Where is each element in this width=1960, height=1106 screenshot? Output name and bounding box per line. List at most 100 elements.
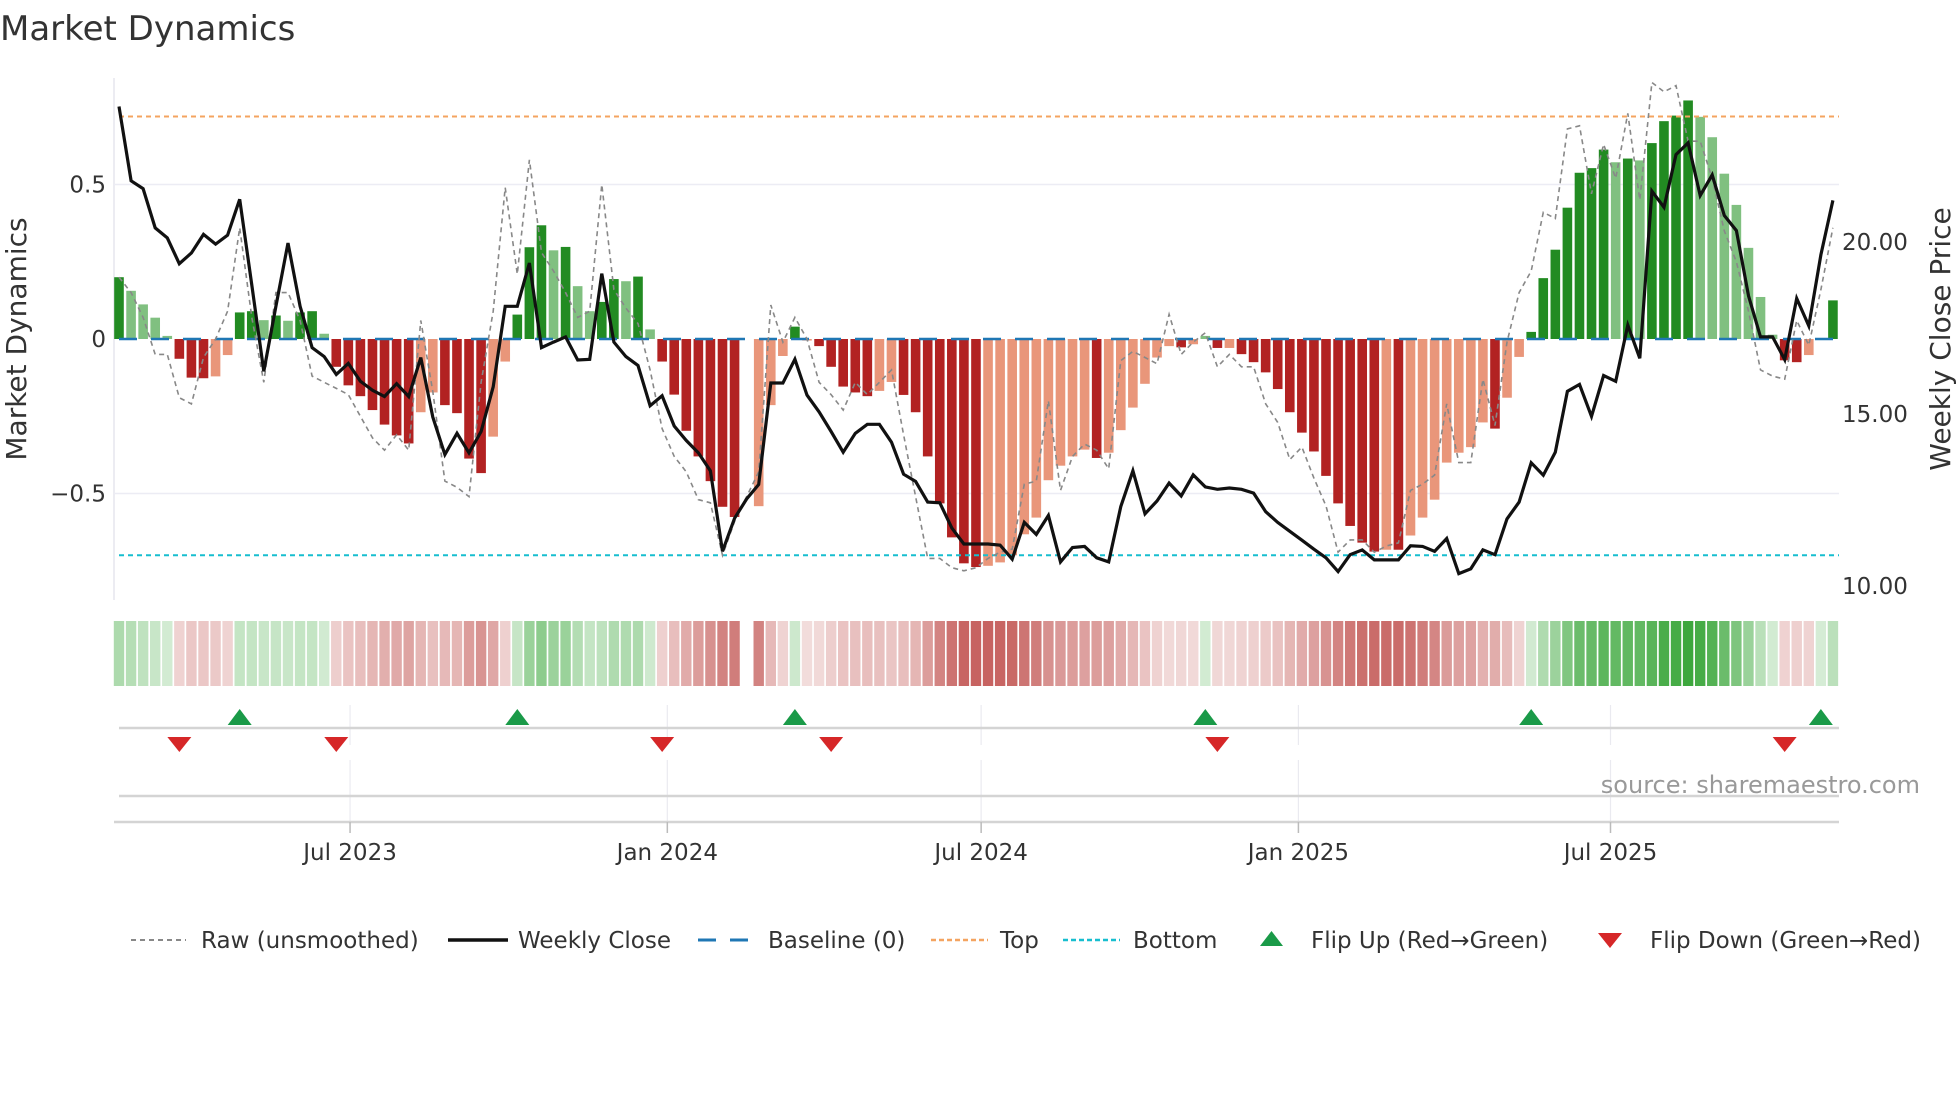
y-tick-label: 0 bbox=[91, 327, 106, 353]
legend-item-raw: Raw (unsmoothed) bbox=[131, 928, 419, 954]
legend-label-close: Weekly Close bbox=[518, 928, 671, 954]
heat-cell bbox=[1682, 621, 1694, 686]
dynamics-bar bbox=[114, 277, 124, 339]
dynamics-bar bbox=[1574, 172, 1585, 339]
heat-cell bbox=[1344, 621, 1356, 686]
dynamics-bar bbox=[572, 286, 583, 339]
heat-cell bbox=[1115, 621, 1127, 686]
dynamics-bar bbox=[1622, 158, 1633, 339]
dynamics-bar bbox=[1055, 339, 1066, 466]
heat-cell bbox=[572, 621, 583, 686]
heat-cell bbox=[1803, 621, 1814, 686]
heat-cell bbox=[934, 621, 945, 686]
heat-cell bbox=[150, 621, 161, 686]
dynamics-bar bbox=[669, 339, 680, 395]
y-tick-label: 0.5 bbox=[69, 173, 106, 199]
dynamics-bar bbox=[995, 339, 1005, 563]
heat-cell bbox=[1151, 621, 1163, 686]
dynamics-bar bbox=[1804, 339, 1814, 356]
heat-cell bbox=[1284, 621, 1295, 686]
flip-up-marker bbox=[1519, 709, 1544, 725]
heat-cell bbox=[439, 621, 451, 686]
dynamics-bar bbox=[1707, 137, 1718, 339]
heat-cell bbox=[1694, 621, 1706, 686]
heat-cell bbox=[427, 621, 439, 686]
dynamics-bar bbox=[657, 339, 667, 362]
heat-cell bbox=[1212, 621, 1223, 686]
legend-label-raw: Raw (unsmoothed) bbox=[201, 928, 419, 954]
dynamics-bar bbox=[452, 339, 462, 414]
heat-cell bbox=[1381, 621, 1392, 686]
y2-tick-label: 15.00 bbox=[1842, 402, 1908, 428]
heat-cell bbox=[946, 621, 958, 686]
flip-up-marker bbox=[505, 709, 530, 725]
heat-cell bbox=[1827, 621, 1839, 686]
heat-cell bbox=[306, 621, 318, 686]
flip-up-marker bbox=[1193, 709, 1218, 725]
heat-cell bbox=[512, 621, 523, 686]
heat-cell bbox=[1308, 621, 1320, 686]
dynamics-bar bbox=[126, 290, 136, 339]
heat-cell bbox=[294, 621, 306, 686]
dynamics-bar bbox=[1333, 339, 1343, 504]
heat-cell bbox=[318, 621, 330, 686]
heat-cell bbox=[813, 621, 825, 686]
dynamics-bar bbox=[355, 339, 366, 397]
dynamics-bar bbox=[1695, 116, 1705, 339]
y2-tick-label: 20.00 bbox=[1842, 230, 1908, 256]
heat-cell bbox=[1405, 621, 1416, 686]
dynamics-bar bbox=[645, 329, 655, 339]
heat-cell bbox=[234, 621, 245, 686]
dynamics-bar bbox=[959, 339, 969, 564]
dynamics-bar bbox=[705, 339, 716, 482]
dynamics-bar bbox=[717, 339, 728, 507]
dynamics-bar bbox=[186, 339, 197, 378]
flip-panel-grid bbox=[349, 705, 1612, 822]
heat-cell bbox=[801, 621, 813, 686]
dynamics-bar bbox=[1224, 339, 1235, 348]
heat-cell bbox=[1357, 621, 1368, 686]
legend-label-top: Top bbox=[999, 928, 1039, 954]
heat-cell bbox=[1320, 621, 1332, 686]
heat-cell bbox=[1743, 621, 1754, 686]
dynamics-bar bbox=[440, 339, 450, 406]
dynamics-bar bbox=[729, 339, 740, 517]
heat-cell bbox=[198, 621, 209, 686]
heat-cell bbox=[1550, 621, 1561, 686]
flip-down-marker bbox=[1772, 737, 1797, 752]
heat-cell bbox=[343, 621, 354, 686]
dynamics-bar bbox=[1345, 339, 1355, 526]
heat-cell bbox=[451, 621, 463, 686]
dynamics-bar bbox=[1321, 339, 1331, 476]
heat-cell bbox=[1175, 621, 1187, 686]
dynamics-bar bbox=[862, 339, 873, 397]
heat-cell bbox=[1163, 621, 1175, 686]
heat-cell bbox=[1634, 621, 1646, 686]
dynamics-bar bbox=[234, 312, 245, 339]
heat-cell bbox=[487, 621, 499, 686]
heat-cell bbox=[1393, 621, 1404, 686]
dynamics-bar bbox=[1176, 339, 1186, 348]
dynamics-bar bbox=[898, 339, 909, 395]
dynamics-bar bbox=[1828, 300, 1838, 339]
heat-cell bbox=[970, 621, 982, 686]
heat-cell bbox=[596, 621, 607, 686]
heat-cell bbox=[113, 621, 125, 686]
heat-cell bbox=[1224, 621, 1235, 686]
dynamics-bar bbox=[222, 339, 233, 356]
dynamics-bar bbox=[1381, 339, 1392, 550]
flip-up-marker bbox=[227, 709, 252, 725]
heat-cell bbox=[355, 621, 366, 686]
legend-label-baseline: Baseline (0) bbox=[768, 928, 905, 954]
dynamics-bar bbox=[1140, 339, 1150, 384]
heat-cell bbox=[644, 621, 656, 686]
heat-cell bbox=[729, 621, 740, 686]
heat-cell bbox=[1332, 621, 1344, 686]
x-tick-label: Jan 2024 bbox=[615, 840, 718, 866]
heat-cell bbox=[210, 621, 221, 686]
heat-cell bbox=[958, 621, 970, 686]
heat-cell bbox=[1731, 621, 1742, 686]
dynamics-bar bbox=[983, 339, 993, 566]
heat-cell bbox=[1598, 621, 1609, 686]
dynamics-bar bbox=[934, 339, 945, 504]
